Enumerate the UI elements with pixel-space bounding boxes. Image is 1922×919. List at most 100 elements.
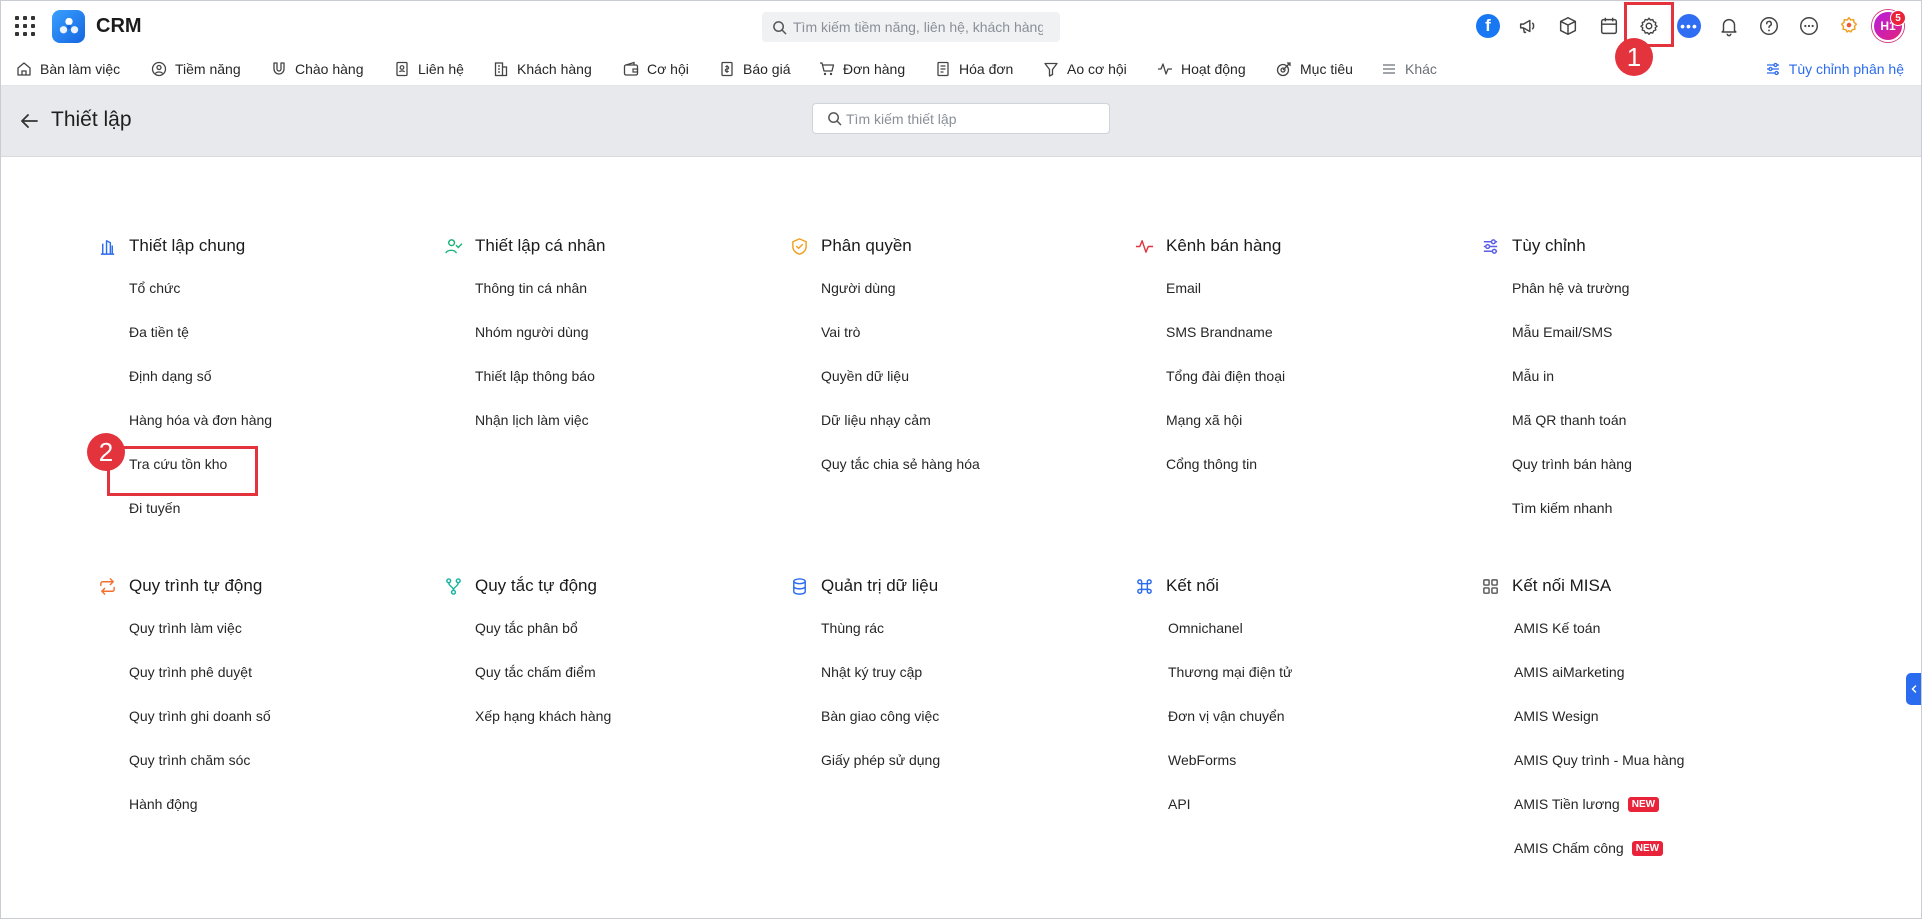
settings-link-nguoi-dung[interactable]: Người dùng — [821, 279, 1120, 323]
settings-link-nhan-lich-lam-viec[interactable]: Nhận lịch làm việc — [475, 411, 774, 455]
settings-link-da-tien-te[interactable]: Đa tiền tệ — [129, 323, 428, 367]
section-thiet-lap-chung: Thiết lập chung Tổ chức Đa tiền tệ Định … — [98, 234, 428, 543]
highlight-tra-cuu-ton-kho-box — [107, 446, 258, 496]
menu-icon — [1383, 64, 1395, 74]
quote-doc-icon — [721, 61, 733, 77]
global-search-input[interactable] — [793, 19, 1043, 35]
back-arrow-icon[interactable] — [18, 110, 40, 132]
settings-link-nhom-nguoi-dung[interactable]: Nhóm người dùng — [475, 323, 774, 367]
settings-link-thung-rac[interactable]: Thùng rác — [821, 619, 1120, 663]
section-title: Quy trình tự động — [129, 576, 263, 595]
package-icon[interactable] — [1555, 13, 1581, 39]
settings-link-amis-wesign[interactable]: AMIS Wesign — [1514, 707, 1811, 751]
settings-link-cong-thong-tin[interactable]: Cổng thông tin — [1166, 455, 1465, 499]
settings-link-don-vi-van-chuyen[interactable]: Đơn vị vận chuyển — [1168, 707, 1465, 751]
section-quy-tac-tu-dong: Quy tắc tự động Quy tắc phân bổ Quy tắc … — [444, 574, 774, 751]
bell-icon[interactable] — [1716, 13, 1742, 39]
settings-link-email[interactable]: Email — [1166, 279, 1465, 323]
settings-link-amis-quy-trinh-mua-hang[interactable]: AMIS Quy trình - Mua hàng — [1514, 751, 1811, 795]
settings-link-webforms[interactable]: WebForms — [1168, 751, 1465, 795]
nav-item-khach-hang[interactable]: Khách hàng — [493, 52, 592, 86]
settings-link-mau-in[interactable]: Mẫu in — [1512, 367, 1811, 411]
settings-link-quyen-du-lieu[interactable]: Quyền dữ liệu — [821, 367, 1120, 411]
side-panel-toggle[interactable] — [1906, 673, 1922, 705]
search-icon — [828, 112, 842, 126]
settings-link-amis-cham-cong[interactable]: AMIS Chấm công NEW — [1514, 839, 1811, 883]
calendar-icon[interactable] — [1596, 13, 1622, 39]
chevron-left-icon — [1911, 685, 1917, 693]
settings-link-dinh-dang-so[interactable]: Định dạng số — [129, 367, 428, 411]
settings-link-quy-trinh-lam-viec[interactable]: Quy trình làm việc — [129, 619, 428, 663]
nav-item-hoa-don[interactable]: Hóa đơn — [935, 52, 1013, 86]
settings-search-input[interactable] — [846, 110, 1106, 127]
more-options-icon[interactable] — [1796, 13, 1822, 39]
section-title: Kết nối MISA — [1512, 576, 1612, 595]
help-icon[interactable] — [1756, 13, 1782, 39]
facebook-icon[interactable]: f — [1475, 13, 1501, 39]
section-title: Phân quyền — [821, 236, 912, 255]
repeat-icon — [100, 577, 115, 595]
settings-link-quy-tac-chia-se-hang-hoa[interactable]: Quy tắc chia sẻ hàng hóa — [821, 455, 1120, 499]
settings-link-mang-xa-hoi[interactable]: Mạng xã hội — [1166, 411, 1465, 455]
settings-link-hanh-dong[interactable]: Hành động — [129, 795, 428, 839]
settings-link-thiet-lap-thong-bao[interactable]: Thiết lập thông báo — [475, 367, 774, 411]
app-launcher-icon[interactable] — [15, 16, 35, 36]
settings-link-tong-dai-dien-thoai[interactable]: Tổng đài điện thoại — [1166, 367, 1465, 411]
nav-item-muc-tieu[interactable]: Mục tiêu — [1276, 52, 1353, 86]
settings-link-mau-email-sms[interactable]: Mẫu Email/SMS — [1512, 323, 1811, 367]
link-label: AMIS Tiền lương — [1514, 796, 1620, 812]
crm-logo[interactable] — [52, 10, 85, 43]
settings-link-thuong-mai-dien-tu[interactable]: Thương mại điện tử — [1168, 663, 1465, 707]
nav-item-lien-he[interactable]: Liên hệ — [394, 52, 464, 86]
settings-link-vai-tro[interactable]: Vai trò — [821, 323, 1120, 367]
nav-item-chao-hang[interactable]: Chào hàng — [271, 52, 364, 86]
nav-item-bao-gia[interactable]: Báo giá — [719, 52, 790, 86]
award-icon[interactable] — [1836, 13, 1862, 39]
invoice-icon — [937, 61, 949, 77]
settings-link-xep-hang-khach-hang[interactable]: Xếp hạng khách hàng — [475, 707, 774, 751]
settings-link-quy-trinh-ban-hang[interactable]: Quy trình bán hàng — [1512, 455, 1811, 499]
nav-item-khac[interactable]: Khác — [1381, 52, 1437, 86]
settings-link-amis-aimarketing[interactable]: AMIS aiMarketing — [1514, 663, 1811, 707]
settings-search[interactable] — [812, 103, 1110, 134]
settings-link-quy-tac-phan-bo[interactable]: Quy tắc phân bổ — [475, 619, 774, 663]
settings-link-quy-trinh-ghi-doanh-so[interactable]: Quy trình ghi doanh số — [129, 707, 428, 751]
settings-link-phan-he-va-truong[interactable]: Phân hệ và trường — [1512, 279, 1811, 323]
chat-icon[interactable]: ••• — [1676, 13, 1702, 39]
settings-link-thong-tin-ca-nhan[interactable]: Thông tin cá nhân — [475, 279, 774, 323]
search-icon — [773, 20, 787, 34]
settings-link-nhat-ky-truy-cap[interactable]: Nhật ký truy cập — [821, 663, 1120, 707]
customize-modules-link[interactable]: Tùy chỉnh phân hệ — [1765, 52, 1904, 86]
settings-link-sms-brandname[interactable]: SMS Brandname — [1166, 323, 1465, 367]
settings-link-quy-tac-cham-diem[interactable]: Quy tắc chấm điểm — [475, 663, 774, 707]
settings-link-omnichanel[interactable]: Omnichanel — [1168, 619, 1465, 663]
settings-link-to-chuc[interactable]: Tổ chức — [129, 279, 428, 323]
section-tuy-chinh: Tùy chỉnh Phân hệ và trường Mẫu Email/SM… — [1481, 234, 1811, 543]
nav-item-tiem-nang[interactable]: Tiềm năng — [151, 52, 241, 86]
settings-link-quy-trinh-phe-duyet[interactable]: Quy trình phê duyệt — [129, 663, 428, 707]
nav-item-ban-lam-viec[interactable]: Bàn làm việc — [16, 52, 120, 86]
settings-link-ma-qr-thanh-toan[interactable]: Mã QR thanh toán — [1512, 411, 1811, 455]
settings-link-amis-ke-toan[interactable]: AMIS Kế toán — [1514, 619, 1811, 663]
cart-icon — [820, 62, 835, 76]
section-title: Quản trị dữ liệu — [821, 576, 939, 595]
module-nav: Bàn làm việc Tiềm năng Chào hàng Liên hệ… — [0, 52, 1922, 86]
settings-link-di-tuyen[interactable]: Đi tuyến — [129, 499, 428, 543]
nav-item-hoat-dong[interactable]: Hoạt động — [1157, 52, 1246, 86]
nav-label: Liên hệ — [418, 61, 464, 77]
settings-link-tim-kiem-nhanh[interactable]: Tìm kiếm nhanh — [1512, 499, 1811, 543]
settings-link-ban-giao-cong-viec[interactable]: Bàn giao công việc — [821, 707, 1120, 751]
nav-item-co-hoi[interactable]: Cơ hội — [623, 52, 689, 86]
megaphone-icon[interactable] — [1515, 13, 1541, 39]
settings-link-api[interactable]: API — [1168, 795, 1465, 839]
new-badge: NEW — [1627, 797, 1660, 812]
settings-link-du-lieu-nhay-cam[interactable]: Dữ liệu nhạy cảm — [821, 411, 1120, 455]
settings-link-amis-tien-luong[interactable]: AMIS Tiền lương NEW — [1514, 795, 1811, 839]
settings-link-quy-trinh-cham-soc[interactable]: Quy trình chăm sóc — [129, 751, 428, 795]
nav-item-don-hang[interactable]: Đơn hàng — [819, 52, 905, 86]
settings-link-giay-phep-su-dung[interactable]: Giấy phép sử dụng — [821, 751, 1120, 795]
global-search[interactable] — [762, 12, 1060, 42]
nav-item-ao-co-hoi[interactable]: Ao cơ hội — [1043, 52, 1127, 86]
nav-label: Khách hàng — [517, 61, 592, 77]
nav-label: Mục tiêu — [1300, 61, 1353, 77]
